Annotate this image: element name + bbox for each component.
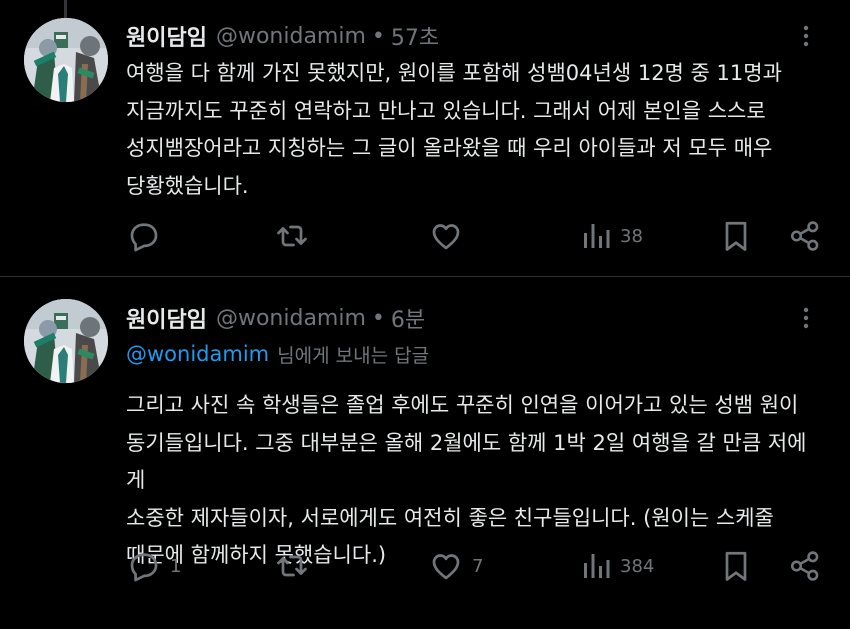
reply-button[interactable]	[126, 216, 170, 256]
share-button[interactable]	[788, 546, 822, 586]
bookmark-button[interactable]	[720, 216, 752, 256]
author-name[interactable]: 원이담임	[126, 20, 207, 52]
bookmark-button[interactable]	[720, 546, 752, 586]
views-button[interactable]: 384	[580, 546, 654, 586]
reply-icon	[126, 548, 162, 584]
tweet-actions: 1 7 384	[0, 546, 850, 586]
views-count: 384	[620, 555, 655, 577]
tweet-actions: 38	[0, 216, 850, 256]
tweet[interactable]: 원이담임 @wonidamim • 6분 @wonidamim 님에게 보내는 …	[0, 277, 850, 629]
views-icon	[580, 218, 612, 254]
author-handle[interactable]: @wonidamim	[216, 306, 366, 331]
avatar[interactable]	[24, 18, 108, 102]
retweet-icon	[274, 218, 310, 254]
tweet-header: 원이담임 @wonidamim • 57초	[126, 20, 439, 52]
like-count: 7	[472, 555, 484, 577]
author-name[interactable]: 원이담임	[126, 302, 207, 334]
reply-count: 1	[170, 555, 182, 577]
like-button[interactable]: 7	[428, 546, 483, 586]
separator-dot: •	[371, 23, 385, 49]
views-button[interactable]: 38	[580, 216, 643, 256]
tweet-time[interactable]: 57초	[391, 20, 439, 52]
tweet-text: 여행을 다 함께 가진 못했지만, 원이를 포함해 성뱀04년생 12명 중 1…	[126, 61, 782, 198]
retweet-button[interactable]	[274, 216, 318, 256]
more-vertical-icon[interactable]	[794, 303, 818, 333]
reply-button[interactable]: 1	[126, 546, 181, 586]
tweet-header: 원이담임 @wonidamim • 6분	[126, 302, 425, 334]
views-count: 38	[620, 225, 643, 247]
retweet-button[interactable]	[274, 546, 318, 586]
replying-to-label: 님에게 보내는 답글	[277, 344, 430, 367]
separator-dot: •	[371, 305, 385, 331]
heart-icon	[428, 548, 464, 584]
author-handle[interactable]: @wonidamim	[216, 24, 366, 49]
like-button[interactable]	[428, 216, 472, 256]
avatar[interactable]	[24, 299, 108, 383]
share-button[interactable]	[788, 216, 822, 256]
share-icon	[788, 548, 822, 584]
retweet-icon	[274, 548, 310, 584]
share-icon	[788, 218, 822, 254]
tweet-time[interactable]: 6분	[391, 302, 425, 334]
views-icon	[580, 548, 612, 584]
bookmark-icon	[720, 548, 752, 584]
reply-icon	[126, 218, 162, 254]
more-vertical-icon[interactable]	[794, 21, 818, 51]
bookmark-icon	[720, 218, 752, 254]
replying-to: @wonidamim 님에게 보내는 답글	[126, 338, 429, 370]
heart-icon	[428, 218, 464, 254]
replying-to-handle[interactable]: @wonidamim	[126, 342, 269, 366]
tweet[interactable]: 원이담임 @wonidamim • 57초 여행을 다 함께 가진 못했지만, …	[0, 0, 850, 276]
